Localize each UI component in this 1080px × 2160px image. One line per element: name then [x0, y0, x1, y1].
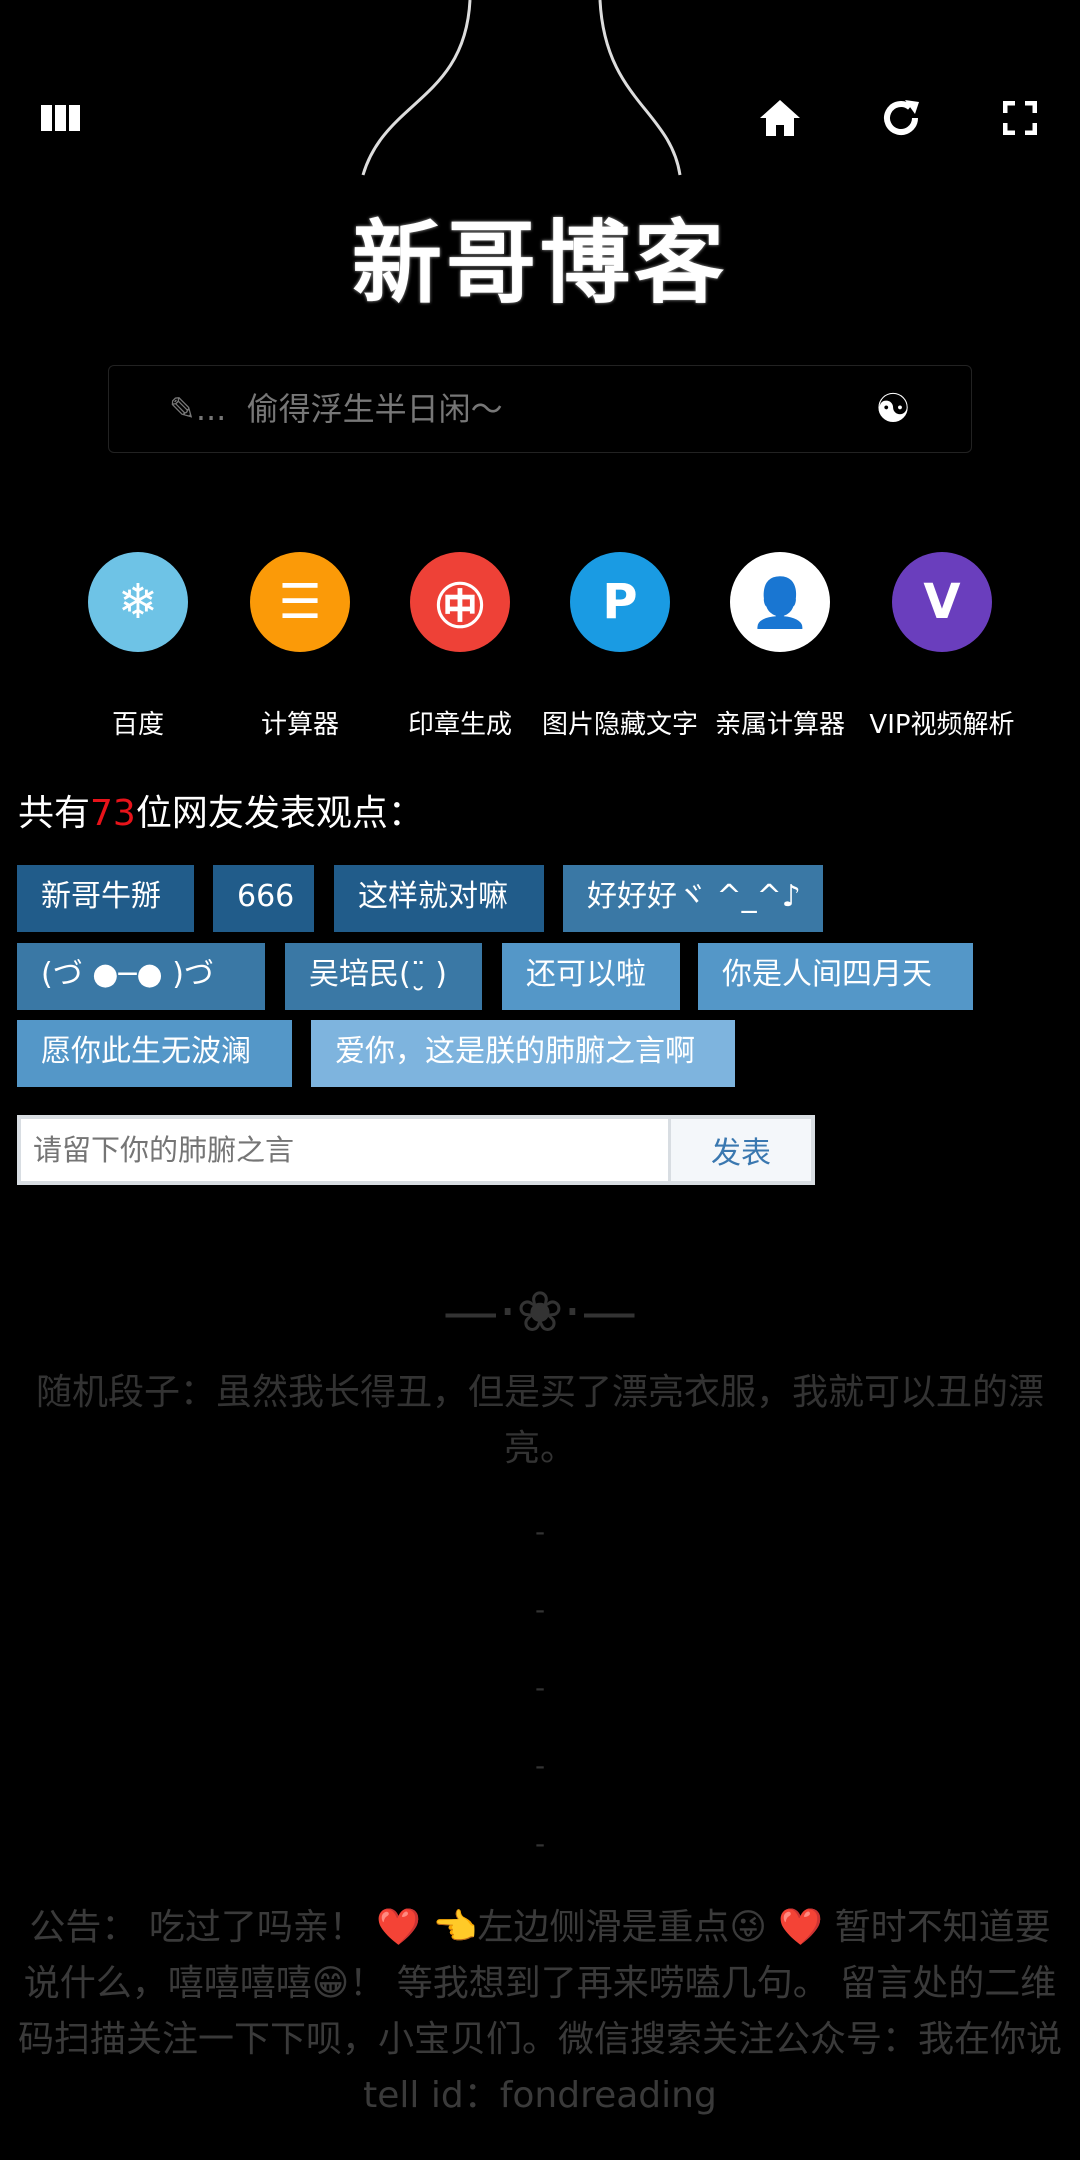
search-input[interactable]	[169, 390, 876, 428]
columns-icon[interactable]	[33, 90, 89, 146]
random-joke: 随机段子：虽然我长得丑，但是买了漂亮衣服，我就可以丑的漂亮。	[35, 1372, 1044, 1469]
comment-tag[interactable]: 愿你此生无波澜	[17, 1020, 292, 1087]
dash-separator: -	[534, 1827, 546, 1860]
shortcut-label: 图片隐藏文字	[541, 710, 698, 740]
snowflake-icon: ❄	[88, 552, 188, 652]
shortcut-item[interactable]: ❄ 百度	[58, 552, 218, 741]
comment-tag[interactable]: 爱你，这是朕的肺腑之言啊	[311, 1020, 735, 1087]
shortcut-item[interactable]: P 图片隐藏文字	[540, 552, 700, 741]
comment-tag[interactable]: 还可以啦	[502, 943, 680, 1010]
comment-tag[interactable]: 吴培民(¨̮ )	[285, 943, 482, 1010]
shortcut-label: 印章生成	[407, 710, 512, 740]
shortcut-item[interactable]: 👤 亲属计算器	[700, 552, 860, 741]
shortcut-label: 百度	[111, 710, 164, 740]
dash-separator: -	[534, 1593, 546, 1626]
person-icon: 👤	[730, 552, 830, 652]
shortcut-item[interactable]: V VIP视频解析	[862, 552, 1022, 741]
p-icon: P	[570, 552, 670, 652]
comment-input[interactable]	[21, 1119, 671, 1181]
comment-tag[interactable]: 666	[213, 865, 314, 932]
shortcut-item[interactable]: ㊥印章生成	[380, 552, 540, 741]
search-box[interactable]: ☯	[108, 365, 972, 453]
comment-tag[interactable]: 这样就对嘛	[334, 865, 544, 932]
dash-separator: -	[534, 1671, 546, 1704]
heading-prefix: 共有	[18, 793, 91, 834]
announcement: 公告： 吃过了吗亲！ ❤️ 👈左边侧滑是重点😜 ❤️ 暂时不知道要说什么，嘻嘻嘻…	[17, 1907, 1062, 2116]
comment-count: 73	[90, 793, 136, 834]
shortcut-item[interactable]: ☰ 计算器	[220, 552, 380, 741]
seal-icon: ㊥	[410, 552, 510, 652]
shortcut-label: 亲属计算器	[714, 710, 845, 740]
logo-decoration	[361, 0, 682, 176]
refresh-icon[interactable]	[873, 90, 929, 146]
flower-ornament-icon: —·❀·—	[442, 1280, 638, 1345]
site-logo: 新哥博客	[352, 210, 728, 316]
v-icon: V	[892, 552, 992, 652]
comment-tag[interactable]: 你是人间四月天	[698, 943, 973, 1010]
comments-heading: 共有73位网友发表观点：	[18, 784, 424, 836]
shortcut-label: 计算器	[260, 710, 339, 740]
dash-separator: -	[534, 1749, 546, 1782]
home-icon[interactable]	[752, 90, 808, 146]
lines-icon: ☰	[250, 552, 350, 652]
shortcut-label: VIP视频解析	[869, 710, 1015, 740]
submit-button[interactable]: 发表	[671, 1119, 811, 1181]
fullscreen-icon[interactable]	[992, 90, 1048, 146]
comment-form: 发表	[17, 1115, 815, 1185]
heading-suffix: 位网友发表观点：	[135, 793, 424, 834]
dash-separator: -	[534, 1515, 546, 1548]
comment-tag[interactable]: (づ ●─● )づ	[17, 943, 265, 1010]
yin-yang-icon[interactable]: ☯	[875, 386, 911, 432]
comment-tag[interactable]: 新哥牛掰	[17, 865, 194, 932]
comment-tag[interactable]: 好好好ヾ ^_^♪	[563, 865, 823, 932]
